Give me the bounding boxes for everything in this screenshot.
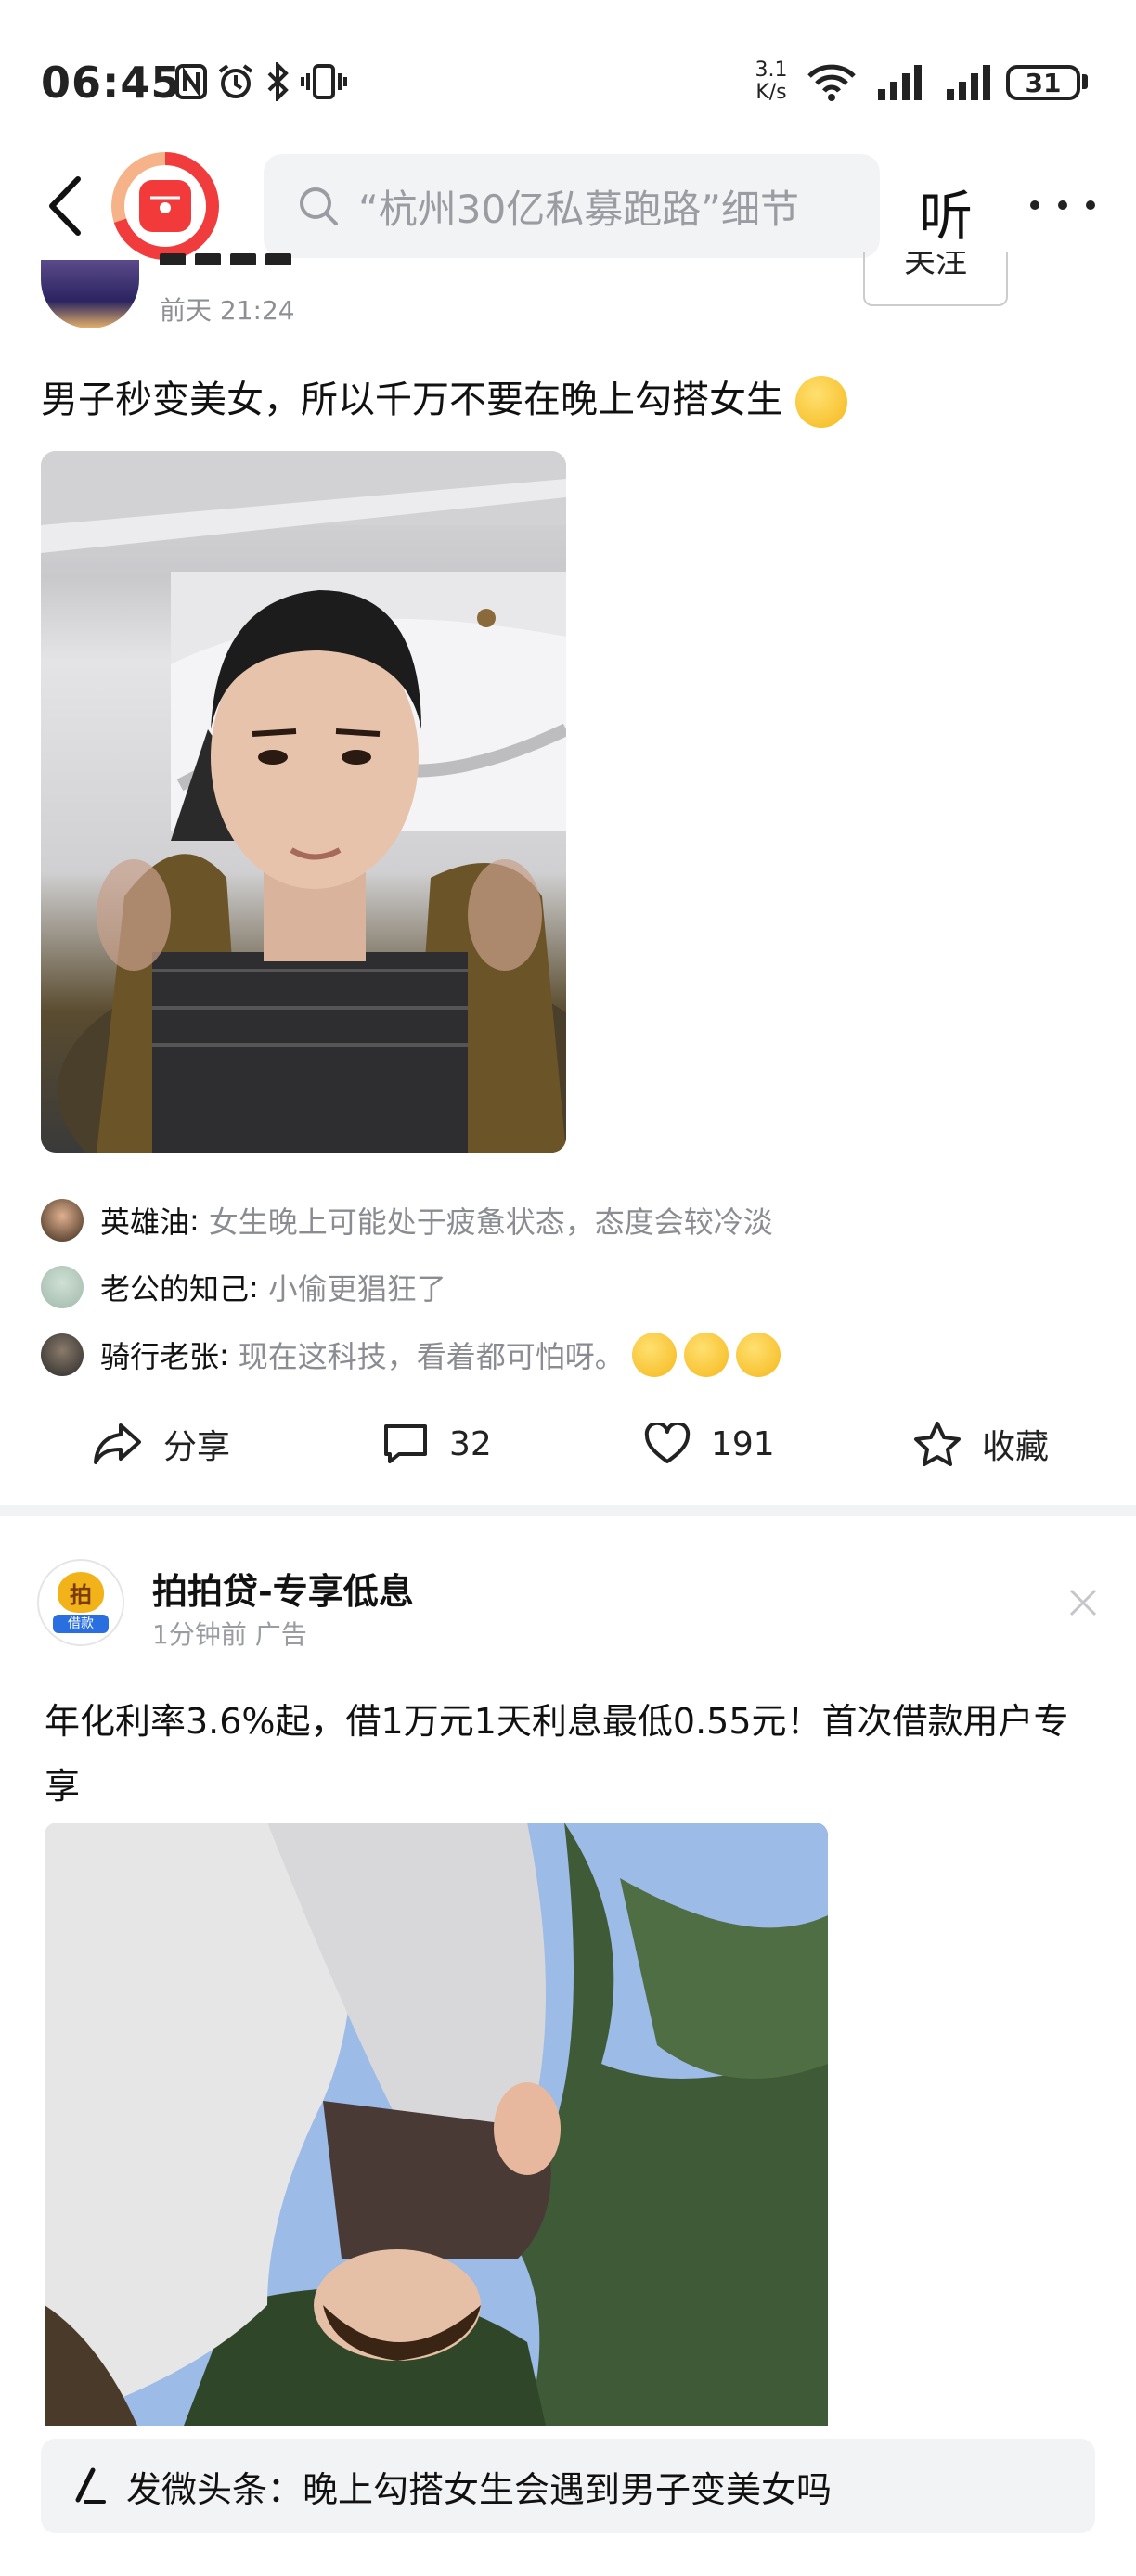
chevron-left-icon xyxy=(49,176,81,236)
grin-emoji-icon xyxy=(735,1333,781,1377)
share-icon xyxy=(94,1423,141,1464)
post-time: 前天 21:24 xyxy=(160,295,295,326)
post-image[interactable] xyxy=(41,451,566,1153)
pen-icon xyxy=(75,2467,106,2504)
comment-row[interactable]: 老公的知己: 小偷更猖狂了 xyxy=(41,1261,446,1313)
comment-row[interactable]: 英雄油: 女生晚上可能处于疲惫状态，态度会较冷淡 xyxy=(41,1194,773,1246)
like-count: 191 xyxy=(711,1424,775,1463)
grin-emoji-icon xyxy=(683,1333,729,1377)
grin-emoji-icon xyxy=(631,1333,677,1377)
app-logo[interactable] xyxy=(111,152,219,260)
vibrate-icon xyxy=(299,61,349,102)
comment-separator: : xyxy=(249,1269,259,1305)
signal-icon-2 xyxy=(943,61,997,102)
search-box[interactable]: “杭州30亿私募跑路”细节 xyxy=(264,154,880,258)
listen-button[interactable]: 听 xyxy=(919,173,973,251)
comment-button[interactable]: 32 xyxy=(382,1416,492,1472)
star-icon xyxy=(914,1422,961,1466)
comment-count: 32 xyxy=(449,1424,492,1463)
battery-indicator: 31 xyxy=(1006,65,1080,100)
post-text-body: 男子秒变美女，所以千万不要在晚上勾搭女生 xyxy=(41,379,783,421)
author-name-partial[interactable] xyxy=(160,252,308,265)
post-image-illustration xyxy=(41,451,566,1153)
comment-icon xyxy=(384,1424,427,1463)
favorite-button[interactable]: 收藏 xyxy=(913,1416,1049,1472)
name-fragment xyxy=(160,253,186,265)
advertiser-avatar-tag: 借款 xyxy=(53,1615,109,1633)
feed-divider xyxy=(0,1505,1136,1516)
commenter-avatar xyxy=(41,1266,84,1308)
author-avatar[interactable] xyxy=(41,260,139,328)
comment-text: 现在这科技，看着都可怕呀。 xyxy=(238,1339,625,1374)
commenter-avatar xyxy=(41,1333,84,1376)
commenter-name: 老公的知己 xyxy=(100,1271,250,1307)
post-text[interactable]: 男子秒变美女，所以千万不要在晚上勾搭女生 xyxy=(41,369,847,428)
ad-image[interactable] xyxy=(45,1823,828,2426)
nfc-icon xyxy=(173,61,210,102)
more-menu-button[interactable] xyxy=(1030,182,1095,228)
ad-text[interactable]: 年化利率3.6%起，借1万元1天利息最低0.55元！首次借款用户专享 xyxy=(45,1689,1093,1819)
advertiser-avatar[interactable]: 拍 借款 xyxy=(37,1559,124,1646)
name-fragment xyxy=(230,253,256,265)
battery-nub xyxy=(1082,74,1088,89)
post-composer-prompt: 发微头条：晚上勾搭女生会遇到男子变美女吗 xyxy=(126,2468,833,2510)
advertiser-name[interactable]: 拍拍贷-专享低息 xyxy=(152,1563,414,1614)
share-label: 分享 xyxy=(163,1428,231,1466)
share-button[interactable]: 分享 xyxy=(93,1416,230,1472)
alarm-icon xyxy=(215,61,256,102)
more-dot-icon xyxy=(1086,200,1095,210)
search-icon xyxy=(300,187,338,225)
comment-separator: : xyxy=(189,1203,200,1238)
heart-icon xyxy=(644,1423,691,1463)
ad-image-illustration xyxy=(45,1823,828,2426)
money-bag-icon: 拍 xyxy=(58,1572,104,1613)
name-fragment xyxy=(265,253,291,265)
commenter-name: 英雄油 xyxy=(100,1204,190,1240)
commenter-name: 骑行老张 xyxy=(100,1339,220,1374)
more-dot-icon xyxy=(1030,200,1039,210)
wifi-icon xyxy=(804,61,859,102)
ad-meta: 1分钟前 广告 xyxy=(152,1619,307,1650)
laughing-tears-emoji-icon xyxy=(794,376,847,428)
search-input[interactable]: “杭州30亿私募跑路”细节 xyxy=(358,178,878,235)
status-time: 06:45 xyxy=(41,58,182,108)
bluetooth-icon xyxy=(264,61,291,102)
post-composer-bar[interactable]: 发微头条：晚上勾搭女生会遇到男子变美女吗 xyxy=(41,2439,1095,2533)
follow-button[interactable]: 关注 xyxy=(863,252,1008,306)
favorite-label: 收藏 xyxy=(982,1428,1050,1466)
comment-text: 女生晚上可能处于疲惫状态，态度会较冷淡 xyxy=(208,1204,773,1240)
like-button[interactable]: 191 xyxy=(644,1416,775,1472)
network-rate-value: 3.1 xyxy=(755,58,788,82)
signal-icon xyxy=(874,61,928,102)
comment-row[interactable]: 骑行老张: 现在这科技，看着都可怕呀。 xyxy=(41,1329,781,1381)
app-logo-ring xyxy=(124,165,206,247)
network-rate: 3.1 K/s xyxy=(748,59,794,104)
more-dot-icon xyxy=(1058,200,1067,210)
back-button[interactable] xyxy=(37,167,93,245)
status-bar: 06:45 3.1 K/s 31 xyxy=(0,0,1136,148)
comment-separator: : xyxy=(219,1337,229,1372)
ad-close-button[interactable] xyxy=(1067,1587,1099,1618)
network-rate-unit: K/s xyxy=(755,81,787,104)
close-icon xyxy=(1069,1589,1097,1616)
app-logo-icon xyxy=(139,180,191,232)
follow-label: 关注 xyxy=(904,252,967,280)
commenter-avatar xyxy=(41,1199,84,1242)
name-fragment xyxy=(195,253,221,265)
comment-text: 小偷更猖狂了 xyxy=(267,1271,446,1307)
